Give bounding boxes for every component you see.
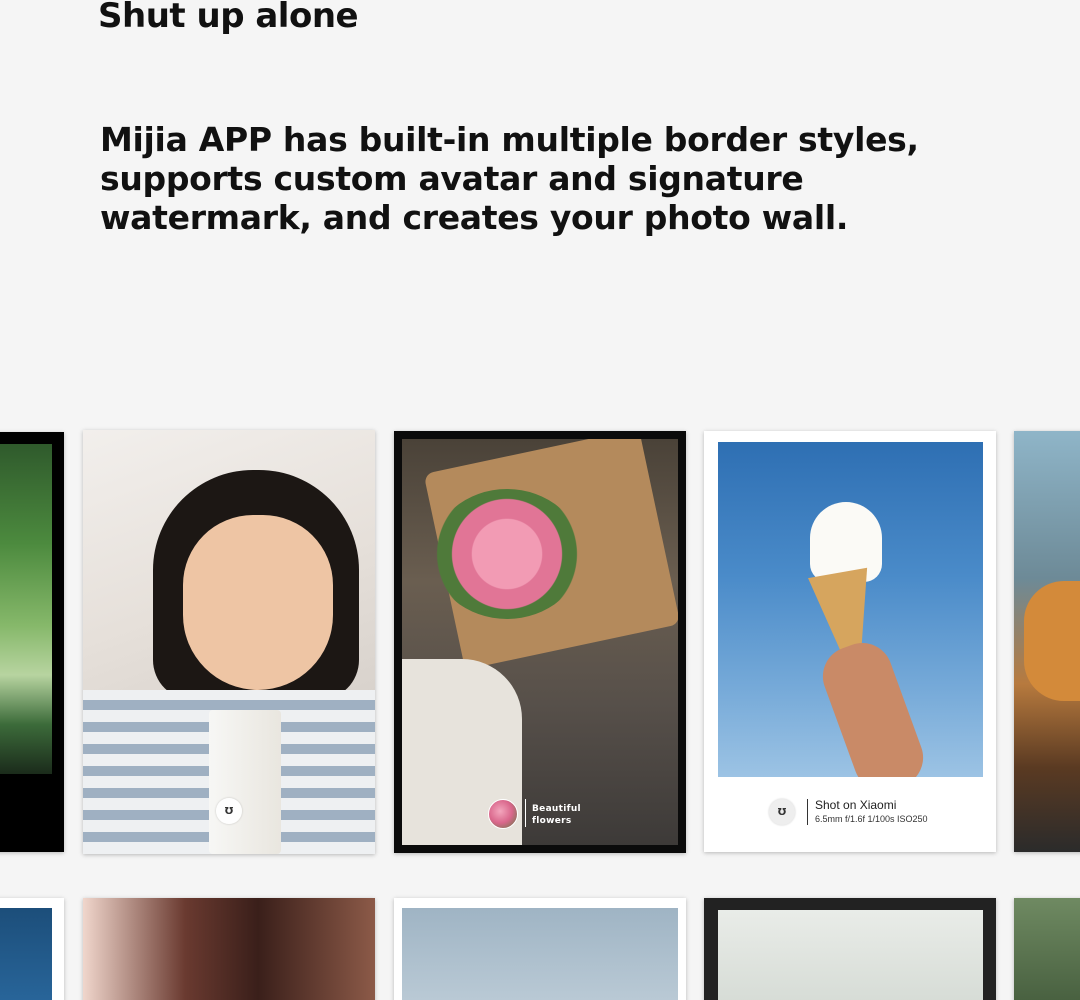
shot-on-label: Shot on Xiaomi bbox=[815, 798, 897, 812]
photo-card-r2-5[interactable] bbox=[1014, 898, 1080, 1000]
watermark-line-1: Beautiful bbox=[532, 804, 581, 814]
photo-card-r2-4[interactable] bbox=[704, 898, 996, 1000]
photo-card-cat-edge[interactable] bbox=[1014, 431, 1080, 852]
photo-subject-cat bbox=[1024, 581, 1080, 701]
mijia-logo-icon: Ʊ bbox=[769, 799, 795, 825]
photo-image bbox=[83, 430, 375, 854]
photo-card-girl-milk[interactable]: Ʊ bbox=[83, 430, 375, 854]
photo-subject-face bbox=[183, 515, 333, 690]
photo-subject-glass bbox=[209, 710, 281, 854]
photo-image bbox=[718, 442, 983, 777]
photo-image bbox=[402, 908, 678, 1000]
photo-card-left-edge[interactable] bbox=[0, 432, 64, 852]
photo-card-r2-3[interactable] bbox=[394, 898, 686, 1000]
photo-image bbox=[1014, 898, 1080, 1000]
photo-image bbox=[718, 910, 983, 1000]
photo-subject-flowers bbox=[432, 489, 582, 619]
camera-specs: 6.5mm f/1.6f 1/100s ISO250 bbox=[815, 814, 928, 824]
photo-card-r2-2[interactable] bbox=[83, 898, 375, 1000]
watermark-divider bbox=[807, 799, 808, 825]
watermark-divider bbox=[525, 799, 526, 827]
photo-image bbox=[1014, 431, 1080, 852]
watermark-signature: Beautiful flowers bbox=[532, 803, 581, 827]
watermark-line-2: flowers bbox=[532, 816, 572, 826]
photo-subject-hand bbox=[814, 634, 932, 777]
photo-card-bouquet[interactable]: Beautiful flowers bbox=[394, 431, 686, 853]
mijia-logo-icon: Ʊ bbox=[216, 798, 242, 824]
photo-image bbox=[402, 439, 678, 845]
photo-card-r2-1[interactable] bbox=[0, 898, 64, 1000]
photo-image bbox=[0, 908, 52, 1000]
photo-card-ice-cream[interactable]: Ʊ Shot on Xiaomi 6.5mm f/1.6f 1/100s ISO… bbox=[704, 431, 996, 852]
flower-avatar-icon bbox=[488, 799, 518, 829]
photo-subject-cream bbox=[810, 502, 882, 582]
page: Shut up alone Mijia APP has built-in mul… bbox=[0, 0, 1080, 1000]
page-title: Shut up alone bbox=[98, 0, 359, 36]
photo-image bbox=[0, 444, 52, 774]
photo-image bbox=[83, 898, 375, 1000]
page-description: Mijia APP has built-in multiple border s… bbox=[100, 120, 919, 237]
